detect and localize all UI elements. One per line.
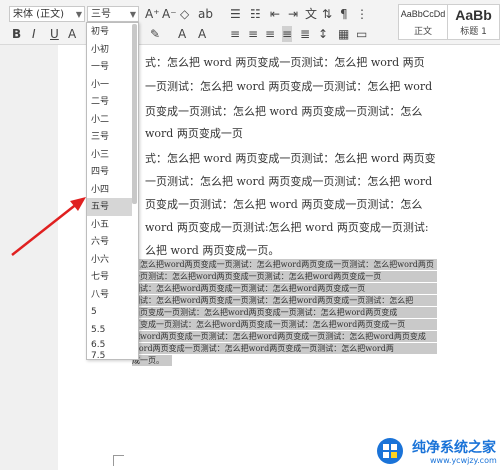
font-size-option[interactable]: 七号	[87, 268, 132, 286]
more-icon[interactable]: ⋮	[356, 6, 368, 22]
chevron-down-icon: ▼	[75, 10, 82, 19]
paragraph-line: 页变成一页测试：怎么把 word 两页变成一页测试：怎么	[145, 105, 423, 118]
watermark-url: www.ycwjzy.com	[430, 456, 497, 465]
page-corner-mark	[113, 455, 124, 466]
justify-icon[interactable]: ≡	[282, 26, 293, 42]
font-size-option[interactable]: 小三	[87, 146, 132, 164]
selected-text-line[interactable]: 测试：怎么把word两页变成一页测试：怎么把word两页变成一页	[132, 283, 437, 294]
font-size-option[interactable]: 八号	[87, 286, 132, 304]
borders-icon[interactable]: ▭	[356, 26, 367, 42]
watermark-title: 纯净系统之家	[412, 440, 496, 456]
font-size-dropdown[interactable]: 初号 小初 一号 小一 二号 小二 三号 小三 四号 小四 五号 小五 六号 小…	[86, 22, 139, 361]
paragraph-line: 一页测试：怎么把 word 两页变成一页测试：怎么把 word	[145, 80, 433, 93]
font-size-option[interactable]: 一号	[87, 58, 132, 76]
paragraph-line: word 两页变成一页测试:怎么把 word 两页变成一页测试:	[145, 221, 429, 234]
bullets-icon[interactable]: ☰	[230, 6, 241, 22]
chevron-down-icon: ▼	[129, 10, 136, 19]
grow-font-button[interactable]: A⁺	[145, 6, 160, 22]
paragraph-line: 式：怎么把 word 两页变成一页测试：怎么把 word 两页	[145, 56, 425, 69]
left-gutter	[0, 45, 58, 470]
show-marks-icon[interactable]: ¶	[340, 6, 348, 22]
style-normal-sample: AaBbCcDd	[400, 9, 446, 19]
font-size-option[interactable]: 六号	[87, 233, 132, 251]
align-left-icon[interactable]: ≡	[230, 26, 240, 42]
highlight-icon[interactable]: ✎	[150, 26, 160, 42]
selected-text-line[interactable]: 一页测试：怎么把word两页变成一页测试：怎么把word两页变成一页	[132, 271, 437, 282]
font-size-combo[interactable]: 三号 ▼	[87, 6, 139, 22]
text-color-icon[interactable]: A	[178, 26, 186, 42]
font-size-option[interactable]: 5	[87, 303, 132, 321]
font-size-option[interactable]: 小二	[87, 111, 132, 129]
underline-button[interactable]: U	[50, 26, 59, 42]
align-center-icon[interactable]: ≡	[248, 26, 258, 42]
font-color-icon[interactable]: A	[68, 26, 76, 42]
align-right-icon[interactable]: ≡	[265, 26, 275, 42]
selected-text-line[interactable]: 页变成一页测试：怎么把word两页变成一页测试：怎么把word两页变成一页	[132, 319, 437, 330]
font-size-option[interactable]: 小五	[87, 216, 132, 234]
style-heading-sample: AaBb	[455, 7, 492, 23]
font-size-option[interactable]: 小一	[87, 76, 132, 94]
shading-icon[interactable]: ▦	[338, 26, 349, 42]
sort-icon[interactable]: ⇅	[322, 6, 332, 22]
font-size-option[interactable]: 小四	[87, 181, 132, 199]
line-spacing-icon[interactable]: ↕	[318, 26, 328, 42]
font-name-value: 宋体 (正文)	[13, 9, 64, 20]
paragraph-line: 么把 word 两页变成一页。	[145, 244, 280, 257]
selected-text-line[interactable]: 测试：怎么把word两页变成一页测试：怎么把word两页变成一页测试：怎么把	[132, 295, 437, 306]
style-normal[interactable]: AaBbCcDd 正文	[398, 4, 448, 40]
indent-increase-icon[interactable]: ⇥	[288, 6, 298, 22]
style-heading-label: 标题 1	[460, 27, 487, 37]
font-size-option[interactable]: 三号	[87, 128, 132, 146]
numbering-icon[interactable]: ☷	[250, 6, 261, 22]
font-size-option[interactable]: 7.5	[87, 351, 132, 361]
font-size-value: 三号	[91, 9, 111, 20]
style-heading-1[interactable]: AaBb 标题 1	[448, 4, 500, 40]
ribbon-toolbar: 宋体 (正文) ▼ 三号 ▼ A⁺ A⁻ ◇ ab ☰ ☷ ⇤ ⇥ 文 ⇅ ¶ …	[0, 0, 500, 45]
char-shading-icon[interactable]: A	[198, 26, 206, 42]
selected-text-line[interactable]: 把word两页变成一页测试：怎么把word两页变成一页测试：怎么把word两页变…	[132, 331, 437, 342]
font-size-option-highlighted[interactable]: 五号	[87, 198, 132, 216]
selected-text-line[interactable]: ：怎么把word两页变成一页测试：怎么把word两页变成一页测试：怎么把word…	[132, 259, 437, 270]
paragraph-line: 一页测试：怎么把 word 两页变成一页测试：怎么把 word	[145, 175, 433, 188]
indent-decrease-icon[interactable]: ⇤	[270, 6, 280, 22]
paragraph-line: 式：怎么把 word 两页变成一页测试：怎么把 word 两页变	[145, 152, 436, 165]
distribute-icon[interactable]: ≣	[300, 26, 310, 42]
font-size-option[interactable]: 小初	[87, 41, 132, 59]
style-normal-label: 正文	[413, 27, 432, 37]
selected-text-line[interactable]: 两页变成一页测试：怎么把word两页变成一页测试：怎么把word两页变成	[132, 307, 437, 318]
font-size-option[interactable]: 小六	[87, 251, 132, 269]
paragraph-line: word 两页变成一页	[145, 127, 243, 140]
shrink-font-button[interactable]: A⁻	[162, 6, 177, 22]
font-size-option[interactable]: 初号	[87, 23, 132, 41]
font-name-combo[interactable]: 宋体 (正文) ▼	[9, 6, 85, 22]
watermark-logo-icon	[377, 438, 403, 464]
phonetic-icon[interactable]: ab	[198, 6, 213, 22]
dropdown-scrollbar[interactable]	[132, 24, 137, 204]
chinese-layout-icon[interactable]: 文	[305, 6, 317, 22]
font-size-option[interactable]: 四号	[87, 163, 132, 181]
font-size-option[interactable]: 二号	[87, 93, 132, 111]
clear-format-icon[interactable]: ◇	[180, 6, 189, 22]
italic-button[interactable]: I	[32, 26, 36, 42]
selected-text-line[interactable]: word两页变成一页测试：怎么把word两页变成一页测试：怎么把word两	[132, 343, 437, 354]
paragraph-line: 页变成一页测试：怎么把 word 两页变成一页测试：怎么	[145, 198, 423, 211]
bold-button[interactable]: B	[12, 26, 21, 42]
